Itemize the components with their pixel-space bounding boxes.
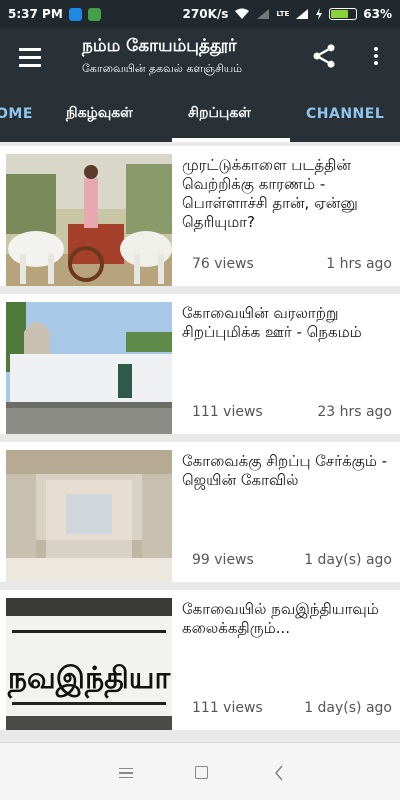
article-views: 99 views bbox=[192, 552, 254, 568]
article-title[interactable]: கோவையின் வரலாற்று சிறப்புமிக்க ஊர் - நெக… bbox=[182, 304, 392, 342]
recent-apps-icon[interactable] bbox=[116, 763, 136, 783]
article-thumbnail[interactable] bbox=[6, 154, 172, 286]
tab-home[interactable]: OME bbox=[0, 86, 33, 142]
article-thumbnail[interactable] bbox=[6, 450, 172, 582]
article-thumbnail[interactable]: நவஇந்தியா bbox=[6, 598, 172, 730]
article-title[interactable]: கோவைக்கு சிறப்பு சேர்க்கும் - ஜெயின் கோவ… bbox=[182, 452, 392, 490]
system-nav-bar bbox=[0, 742, 400, 800]
tab-special[interactable]: சிறப்புகள் bbox=[188, 86, 251, 142]
newspaper-logo-text: நவஇந்தியா bbox=[7, 661, 172, 699]
article-card[interactable]: கோவைக்கு சிறப்பு சேர்க்கும் - ஜெயின் கோவ… bbox=[0, 442, 400, 582]
lte-label: LTE bbox=[276, 10, 290, 18]
back-icon[interactable] bbox=[270, 763, 290, 783]
tab-events[interactable]: நிகழ்வுகள் bbox=[66, 86, 133, 142]
battery-percent: 63% bbox=[363, 7, 392, 21]
more-vert-icon[interactable] bbox=[362, 42, 390, 70]
jain-temple-image bbox=[6, 450, 172, 582]
bullock-cart-image bbox=[6, 154, 172, 286]
article-card[interactable]: முரட்டுக்காளை படத்தின் வெற்றிக்கு காரணம்… bbox=[0, 146, 400, 286]
newspaper-masthead-image: நவஇந்தியா bbox=[6, 598, 172, 730]
article-card[interactable]: நவஇந்தியா கோவையில் நவஇந்தியாவும் கலைக்கத… bbox=[0, 590, 400, 730]
article-time: 23 hrs ago bbox=[317, 404, 392, 420]
category-tabs: OME நிகழ்வுகள் சிறப்புகள் CHANNEL bbox=[0, 86, 400, 142]
article-views: 76 views bbox=[192, 256, 254, 272]
notification-app-icon bbox=[68, 7, 82, 21]
share-icon[interactable] bbox=[310, 42, 338, 70]
article-time: 1 day(s) ago bbox=[304, 552, 392, 568]
article-title[interactable]: கோவையில் நவஇந்தியாவும் கலைக்கதிரும்... bbox=[182, 600, 392, 638]
article-time: 1 day(s) ago bbox=[304, 700, 392, 716]
article-time: 1 hrs ago bbox=[326, 256, 392, 272]
article-title[interactable]: முரட்டுக்காளை படத்தின் வெற்றிக்கு காரணம்… bbox=[182, 156, 392, 232]
home-icon[interactable] bbox=[192, 763, 212, 783]
article-thumbnail[interactable] bbox=[6, 302, 172, 434]
charging-icon bbox=[316, 8, 323, 20]
article-views: 111 views bbox=[192, 404, 263, 420]
status-bar: 5:37 PM 270K/s LTE 63% bbox=[0, 0, 400, 28]
signal-icon-1 bbox=[257, 9, 270, 19]
app-subtitle: கோவையின் தகவல் களஞ்சியம் bbox=[82, 62, 243, 75]
article-list: முரட்டுக்காளை படத்தின் வெற்றிக்கு காரணம்… bbox=[0, 142, 400, 742]
wifi-icon bbox=[235, 8, 250, 19]
status-time: 5:37 PM bbox=[8, 7, 63, 21]
app-title: நம்ம கோயம்புத்தூர் bbox=[82, 36, 237, 56]
battery-icon bbox=[329, 8, 358, 20]
tab-channel[interactable]: CHANNEL bbox=[306, 86, 384, 142]
article-card[interactable]: கோவையின் வரலாற்று சிறப்புமிக்க ஊர் - நெக… bbox=[0, 294, 400, 434]
hamburger-menu-icon[interactable] bbox=[10, 38, 50, 76]
temple-image bbox=[6, 302, 172, 434]
app-toolbar: நம்ம கோயம்புத்தூர் கோவையின் தகவல் களஞ்சி… bbox=[0, 28, 400, 86]
notification-android-icon bbox=[87, 7, 101, 21]
network-speed: 270K/s bbox=[182, 7, 229, 21]
signal-icon-2 bbox=[296, 9, 309, 19]
article-views: 111 views bbox=[192, 700, 263, 716]
